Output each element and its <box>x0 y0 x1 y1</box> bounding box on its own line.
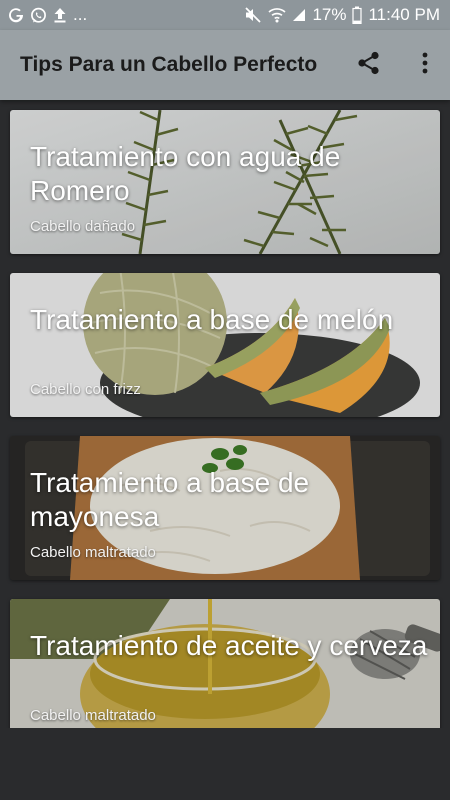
app-actions <box>354 30 440 100</box>
share-button[interactable] <box>354 50 384 80</box>
more-notifications-indicator: ... <box>73 5 88 24</box>
status-bar: ... 17% 11:40 PM <box>0 0 450 30</box>
bottom-empty-area <box>0 728 450 800</box>
share-icon <box>356 50 382 81</box>
status-right: 17% 11:40 PM <box>244 5 440 25</box>
whatsapp-icon <box>30 5 47 25</box>
app-bar: Tips Para un Cabello Perfecto <box>0 30 450 100</box>
tips-list[interactable]: Tratamiento con agua de Romero Cabello d… <box>0 100 450 728</box>
overflow-menu-button[interactable] <box>410 50 440 80</box>
wifi-icon <box>268 5 286 25</box>
tip-card-aceite-cerveza[interactable]: Tratamiento de aceite y cerveza Cabello … <box>10 599 440 728</box>
tip-card-mayonesa[interactable]: Tratamiento a base de mayonesa Cabello m… <box>10 436 440 580</box>
card-title: Tratamiento de aceite y cerveza <box>30 630 428 661</box>
mute-icon <box>244 5 262 25</box>
tip-card-romero[interactable]: Tratamiento con agua de Romero Cabello d… <box>10 110 440 254</box>
upload-icon <box>53 5 67 25</box>
card-title: Tratamiento con agua de Romero <box>30 141 341 206</box>
battery-percent: 17% <box>312 5 347 24</box>
clock: 11:40 PM <box>368 5 440 24</box>
card-title: Tratamiento a base de melón <box>30 304 394 335</box>
battery-icon <box>352 5 363 25</box>
tip-card-melon[interactable]: Tratamiento a base de melón Cabello con … <box>10 273 440 417</box>
overflow-menu-icon <box>421 51 429 80</box>
card-subtitle: Cabello maltratado <box>30 707 156 724</box>
card-subtitle: Cabello maltratado <box>30 544 156 561</box>
status-left: ... <box>8 5 87 25</box>
card-title: Tratamiento a base de mayonesa <box>30 467 310 532</box>
card-subtitle: Cabello dañado <box>30 218 136 235</box>
google-g-icon <box>8 5 24 25</box>
signal-icon <box>292 5 306 25</box>
app-title: Tips Para un Cabello Perfecto <box>20 53 318 76</box>
card-subtitle: Cabello con frizz <box>30 381 141 398</box>
